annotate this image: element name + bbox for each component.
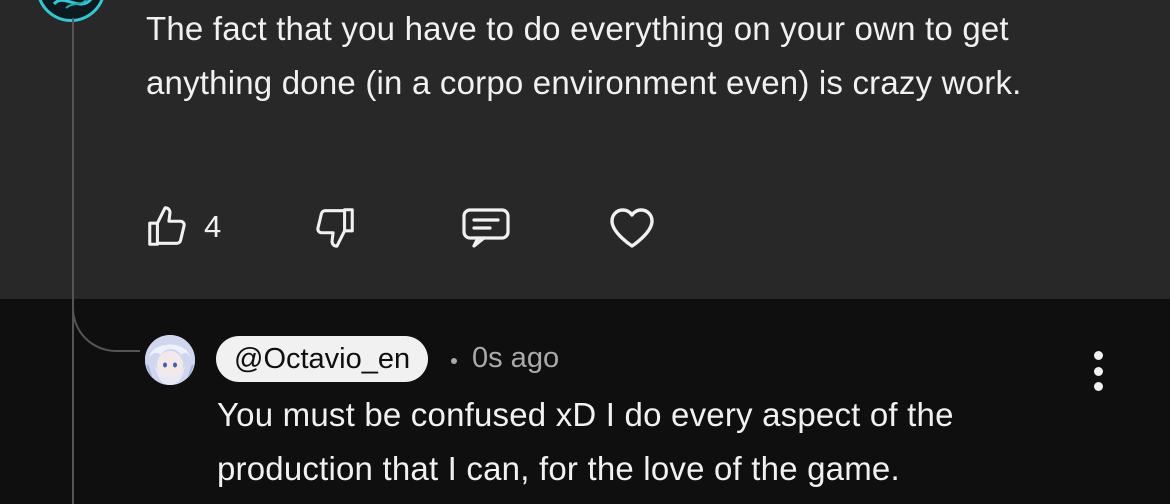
- parent-comment: The fact that you have to do everything …: [0, 0, 1170, 299]
- reply-more-options-icon[interactable]: [1088, 351, 1108, 391]
- reply-username-badge[interactable]: @Octavio_en: [216, 336, 429, 382]
- reply-avatar[interactable]: [145, 335, 195, 385]
- parent-comment-text: The fact that you have to do everything …: [146, 10, 1022, 101]
- parent-avatar[interactable]: [36, 0, 106, 22]
- comment-icon: [462, 208, 510, 248]
- reply-timestamp: 0s ago: [472, 342, 560, 374]
- dislike-button[interactable]: [312, 204, 358, 250]
- like-count: 4: [204, 209, 222, 244]
- heart-button[interactable]: [606, 204, 658, 252]
- thumbs-up-icon: [148, 206, 186, 246]
- heart-icon: [610, 208, 654, 248]
- thumbs-down-icon: [316, 208, 354, 248]
- reply-button[interactable]: [460, 204, 512, 252]
- thread-line: [72, 18, 74, 504]
- like-button[interactable]: 4: [144, 204, 221, 250]
- meta-separator-dot: [451, 358, 457, 364]
- reply-comment-text: You must be confused xD I do every aspec…: [217, 396, 954, 487]
